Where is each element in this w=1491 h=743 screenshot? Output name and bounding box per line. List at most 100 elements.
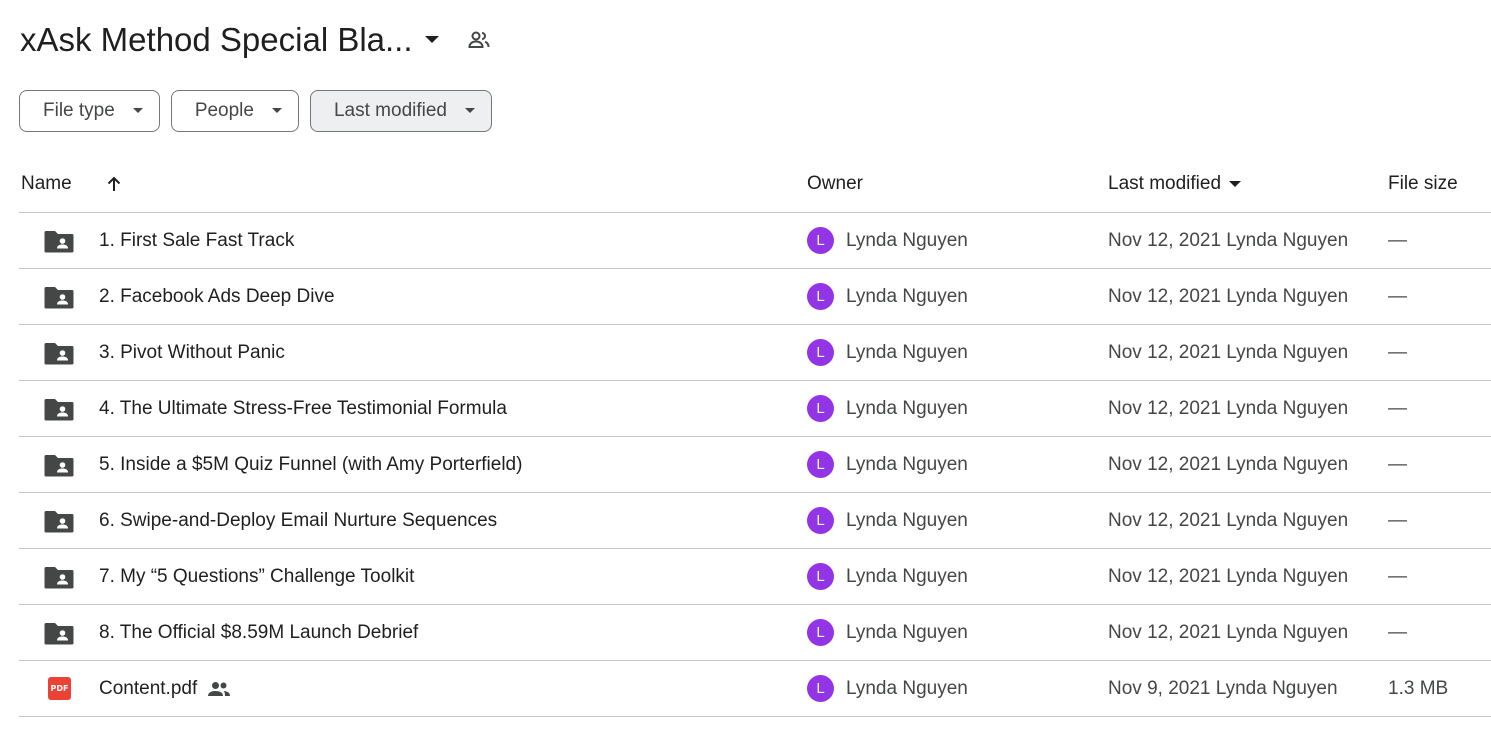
avatar[interactable]: L <box>807 339 834 366</box>
owner-name: Lynda Nguyen <box>846 341 968 363</box>
filter-chips: File type People Last modified <box>19 90 492 132</box>
table-row[interactable]: 6. Swipe-and-Deploy Email Nurture Sequen… <box>19 493 1491 549</box>
file-name-cell[interactable]: 1. First Sale Fast Track <box>99 213 294 268</box>
table-header: Name Owner Last modified File size <box>19 156 1491 213</box>
file-name-cell[interactable]: 5. Inside a $5M Quiz Funnel (with Amy Po… <box>99 437 522 492</box>
file-size-cell: — <box>1388 397 1407 419</box>
avatar[interactable]: L <box>807 451 834 478</box>
file-size-cell: — <box>1388 229 1407 251</box>
last-modified-cell: Nov 12, 2021 Lynda Nguyen <box>1108 509 1349 531</box>
file-name-cell[interactable]: 3. Pivot Without Panic <box>99 325 285 380</box>
file-size-cell: — <box>1388 341 1407 363</box>
file-size-cell: — <box>1388 621 1407 643</box>
chip-label: File type <box>43 100 115 121</box>
arrow-drop-down-icon <box>271 108 282 114</box>
chip-label: People <box>194 100 254 121</box>
last-modified-cell: Nov 12, 2021 Lynda Nguyen <box>1108 229 1349 251</box>
file-name: 6. Swipe-and-Deploy Email Nurture Sequen… <box>99 509 498 531</box>
shared-folder-icon <box>44 437 74 492</box>
file-name-cell[interactable]: 8. The Official $8.59M Launch Debrief <box>99 605 418 660</box>
last-modified-cell: Nov 12, 2021 Lynda Nguyen <box>1108 565 1349 587</box>
table-row[interactable]: 5. Inside a $5M Quiz Funnel (with Amy Po… <box>19 437 1491 493</box>
column-header-last-modified[interactable]: Last modified <box>1108 156 1242 212</box>
file-name-cell[interactable]: 7. My “5 Questions” Challenge Toolkit <box>99 549 414 604</box>
file-size-cell: — <box>1388 453 1407 475</box>
owner-cell: L Lynda Nguyen <box>807 437 968 492</box>
file-name: 4. The Ultimate Stress-Free Testimonial … <box>99 397 507 419</box>
last-modified-cell: Nov 12, 2021 Lynda Nguyen <box>1108 341 1349 363</box>
file-size-cell: — <box>1388 509 1407 531</box>
pdf-badge: PDF <box>48 677 71 700</box>
shared-folder-icon <box>44 325 74 380</box>
arrow-drop-down-icon <box>1229 180 1242 188</box>
owner-cell: L Lynda Nguyen <box>807 381 968 436</box>
last-modified-cell: Nov 12, 2021 Lynda Nguyen <box>1108 285 1349 307</box>
file-list-table: Name Owner Last modified File size 1. Fi… <box>19 156 1491 717</box>
owner-name: Lynda Nguyen <box>846 229 968 251</box>
file-name: 1. First Sale Fast Track <box>99 229 295 251</box>
owner-cell: L Lynda Nguyen <box>807 213 968 268</box>
file-name: Content.pdf <box>99 677 198 699</box>
shared-folder-icon <box>44 493 74 548</box>
file-name-cell[interactable]: 6. Swipe-and-Deploy Email Nurture Sequen… <box>99 493 497 548</box>
avatar[interactable]: L <box>807 507 834 534</box>
owner-cell: L Lynda Nguyen <box>807 661 968 716</box>
last-modified-cell: Nov 12, 2021 Lynda Nguyen <box>1108 453 1349 475</box>
owner-cell: L Lynda Nguyen <box>807 493 968 548</box>
owner-cell: L Lynda Nguyen <box>807 325 968 380</box>
owner-cell: L Lynda Nguyen <box>807 549 968 604</box>
arrow-drop-down-icon <box>465 108 475 114</box>
people-icon[interactable] <box>465 26 493 54</box>
file-name-cell[interactable]: Content.pdf <box>99 661 231 716</box>
file-name: 7. My “5 Questions” Challenge Toolkit <box>99 565 415 587</box>
column-header-owner[interactable]: Owner <box>807 156 863 212</box>
file-name: 5. Inside a $5M Quiz Funnel (with Amy Po… <box>99 453 523 475</box>
owner-cell: L Lynda Nguyen <box>807 269 968 324</box>
file-size-cell: — <box>1388 285 1407 307</box>
avatar[interactable]: L <box>807 283 834 310</box>
shared-folder-icon <box>44 381 74 436</box>
shared-folder-icon <box>44 549 74 604</box>
column-header-name[interactable]: Name <box>21 156 72 212</box>
last-modified-cell: Nov 12, 2021 Lynda Nguyen <box>1108 397 1349 419</box>
arrow-drop-down-icon[interactable] <box>415 20 449 60</box>
file-name-cell[interactable]: 4. The Ultimate Stress-Free Testimonial … <box>99 381 507 436</box>
avatar[interactable]: L <box>807 227 834 254</box>
owner-name: Lynda Nguyen <box>846 621 968 643</box>
folder-header: xAsk Method Special Bla... <box>20 18 493 62</box>
avatar[interactable]: L <box>807 675 834 702</box>
chip-label: Last modified <box>333 100 447 121</box>
file-name: 3. Pivot Without Panic <box>99 341 285 363</box>
table-row[interactable]: 2. Facebook Ads Deep Dive L Lynda Nguyen No… <box>19 269 1491 325</box>
column-header-file-size[interactable]: File size <box>1388 156 1458 212</box>
last-modified-cell: Nov 9, 2021 Lynda Nguyen <box>1108 677 1338 699</box>
avatar[interactable]: L <box>807 563 834 590</box>
filter-file-type[interactable]: File type <box>19 90 160 132</box>
filter-people[interactable]: People <box>170 90 299 132</box>
table-row[interactable]: 1. First Sale Fast Track L Lynda Nguyen Nov… <box>19 213 1491 269</box>
avatar[interactable]: L <box>807 619 834 646</box>
owner-name: Lynda Nguyen <box>846 509 968 531</box>
shared-folder-icon <box>44 605 74 660</box>
owner-cell: L Lynda Nguyen <box>807 605 968 660</box>
arrow-drop-down-icon <box>132 108 143 114</box>
sort-arrow-up-icon[interactable] <box>105 156 123 212</box>
file-size-cell: 1.3 MB <box>1388 677 1449 699</box>
owner-name: Lynda Nguyen <box>846 453 968 475</box>
table-row[interactable]: 8. The Official $8.59M Launch Debrief L Ly… <box>19 605 1491 661</box>
table-row[interactable]: 3. Pivot Without Panic L Lynda Nguyen Nov 1… <box>19 325 1491 381</box>
owner-name: Lynda Nguyen <box>846 397 968 419</box>
table-row[interactable]: 4. The Ultimate Stress-Free Testimonial … <box>19 381 1491 437</box>
folder-title[interactable]: xAsk Method Special Bla... <box>20 21 413 59</box>
filter-last-modified[interactable]: Last modified <box>309 90 492 132</box>
file-name: 8. The Official $8.59M Launch Debrief <box>99 621 419 643</box>
file-name-cell[interactable]: 2. Facebook Ads Deep Dive <box>99 269 335 324</box>
avatar[interactable]: L <box>807 395 834 422</box>
people-icon <box>207 681 231 697</box>
file-name: 2. Facebook Ads Deep Dive <box>99 285 335 307</box>
file-size-cell: — <box>1388 565 1407 587</box>
table-row[interactable]: 7. My “5 Questions” Challenge Toolkit L Ly… <box>19 549 1491 605</box>
owner-name: Lynda Nguyen <box>846 677 968 699</box>
shared-folder-icon <box>44 269 74 324</box>
table-row[interactable]: PDF Content.pdf L Lynda Nguyen Nov 9, 2021 L… <box>19 661 1491 717</box>
